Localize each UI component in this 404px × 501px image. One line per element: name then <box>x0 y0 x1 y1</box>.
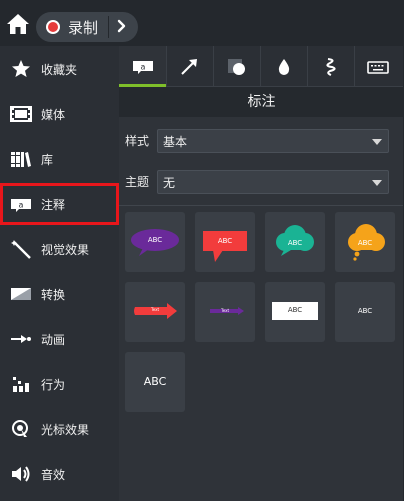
tab-sketch-motion[interactable] <box>307 46 355 86</box>
sidebar-item-label: 注释 <box>41 198 66 212</box>
sidebar-item-media[interactable]: 媒体 <box>0 93 119 135</box>
keystroke-tab-icon <box>367 61 389 74</box>
theme-label: 主题 <box>125 175 150 189</box>
sidebar-item-audio-effects[interactable]: 音效 <box>0 453 119 495</box>
tile-text: ABC <box>357 239 373 247</box>
tile-text: ABC <box>287 239 303 247</box>
sidebar-item-favorites[interactable]: 收藏夹 <box>0 48 119 90</box>
home-icon[interactable] <box>6 12 30 36</box>
caret-down-icon <box>372 180 382 186</box>
sidebar-item-label: 收藏夹 <box>41 63 78 77</box>
top-toolbar: 录制 <box>0 0 404 46</box>
sidebar-item-behaviors[interactable]: 行为 <box>0 363 119 405</box>
sketch-motion-tab-icon <box>326 58 336 76</box>
sidebar-item-annotations[interactable]: a 注释 <box>0 183 119 225</box>
tab-blur-highlight[interactable] <box>260 46 308 86</box>
animation-arrow-icon <box>10 329 32 349</box>
tile-text: Text <box>220 308 230 313</box>
annotations-panel: a 标注 样式 基本 主题 无 ABC ABC ABC ABC Text Tex… <box>119 46 404 501</box>
sidebar-item-label: 转换 <box>41 288 66 302</box>
callout-tile-white-box[interactable]: ABC <box>265 282 325 342</box>
sidebar-item-label: 光标效果 <box>41 423 90 437</box>
sidebar-item-label: 视觉效果 <box>41 243 90 257</box>
callout-tile-purple-arrow[interactable]: Text <box>195 282 255 342</box>
tab-callouts[interactable]: a <box>119 46 167 87</box>
magic-wand-icon <box>10 239 32 259</box>
tile-text: ABC <box>357 307 373 315</box>
film-strip-icon <box>10 104 32 124</box>
sidebar: 收藏夹 媒体 库 a 注释 视觉效果 转换 动画 行为 光标效果 音效 <box>0 46 119 501</box>
style-select[interactable]: 基本 <box>157 129 389 153</box>
record-label: 录制 <box>68 19 99 37</box>
caret-down-icon <box>372 139 382 145</box>
tile-text: ABC <box>217 237 233 245</box>
star-icon <box>10 59 32 79</box>
cursor-effect-icon <box>10 419 32 439</box>
sidebar-item-library[interactable]: 库 <box>0 138 119 180</box>
tile-text: Text <box>150 307 160 312</box>
callout-tile-red-speech[interactable]: ABC <box>195 212 255 272</box>
style-select-value: 基本 <box>163 135 188 149</box>
callout-tile-orange-thought[interactable]: ABC <box>335 212 395 272</box>
svg-text:a: a <box>19 201 24 210</box>
chevron-right-icon[interactable] <box>114 17 130 35</box>
sidebar-item-transitions[interactable]: 转换 <box>0 273 119 315</box>
theme-select-value: 无 <box>163 176 176 190</box>
tile-text: ABC <box>287 306 303 314</box>
record-dot-icon <box>46 20 60 34</box>
blur-drop-tab-icon <box>278 59 290 75</box>
tab-keystrokes[interactable] <box>354 46 404 86</box>
svg-text:a: a <box>141 63 146 72</box>
tile-text: ABC <box>147 236 163 244</box>
shape-tab-icon <box>228 59 245 75</box>
sidebar-item-visual-effects[interactable]: 视觉效果 <box>0 228 119 270</box>
red-arrow-shape <box>134 303 177 319</box>
annotation-callout-icon: a <box>10 194 32 214</box>
arrow-tab-icon <box>181 59 197 75</box>
theme-select[interactable]: 无 <box>157 170 389 194</box>
annotation-type-tabs: a <box>119 46 404 87</box>
sidebar-item-label: 库 <box>41 153 54 167</box>
callout-tile-purple-bubble[interactable]: ABC <box>125 212 185 272</box>
style-label: 样式 <box>125 134 150 148</box>
sidebar-item-animations[interactable]: 动画 <box>0 318 119 360</box>
sidebar-item-label: 动画 <box>41 333 66 347</box>
callout-tile-large-text[interactable]: ABC <box>125 352 185 412</box>
transition-icon <box>10 284 32 304</box>
sidebar-item-label: 媒体 <box>41 108 66 122</box>
callout-tile-plain-text[interactable]: ABC <box>335 282 395 342</box>
library-books-icon <box>10 149 32 169</box>
sidebar-item-label: 行为 <box>41 378 66 392</box>
callout-tile-teal-cloud[interactable]: ABC <box>265 212 325 272</box>
divider <box>119 205 404 206</box>
speaker-icon <box>10 464 32 484</box>
tile-text: ABC <box>143 375 167 388</box>
callout-tile-red-arrow[interactable]: Text <box>125 282 185 342</box>
callout-tab-icon: a <box>133 61 153 74</box>
sidebar-item-label: 音效 <box>41 468 66 482</box>
behavior-icon <box>10 374 32 394</box>
record-button[interactable]: 录制 <box>36 12 138 42</box>
sidebar-item-cursor-effects[interactable]: 光标效果 <box>0 408 119 450</box>
panel-title: 标注 <box>119 87 404 117</box>
tab-shapes[interactable] <box>213 46 261 86</box>
tab-arrows-lines[interactable] <box>166 46 214 86</box>
record-separator <box>108 16 109 38</box>
